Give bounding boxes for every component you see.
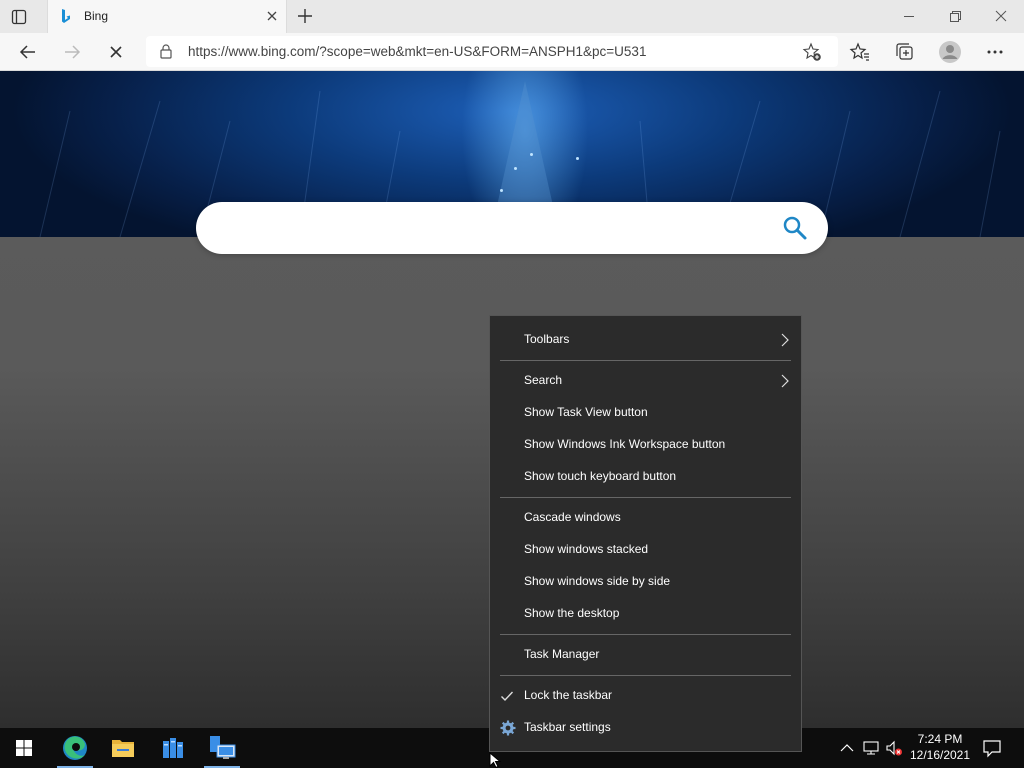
windows-start-icon[interactable]	[0, 728, 48, 768]
menu-item-task-view[interactable]: Show Task View button	[490, 397, 801, 429]
menu-item-label: Taskbar settings	[524, 720, 611, 734]
taskbar-context-menu: Toolbars Search Show Task View button Sh…	[489, 315, 802, 752]
menu-divider	[500, 675, 791, 676]
menu-item-stacked[interactable]: Show windows stacked	[490, 534, 801, 566]
minimize-button[interactable]	[886, 0, 932, 33]
menu-item-label: Show Windows Ink Workspace button	[524, 437, 726, 451]
bing-favicon-icon	[58, 8, 74, 24]
address-bar[interactable]: https://www.bing.com/?scope=web&mkt=en-U…	[146, 36, 838, 67]
chevron-up-icon[interactable]	[838, 739, 856, 757]
menu-item-ink-workspace[interactable]: Show Windows Ink Workspace button	[490, 429, 801, 461]
menu-item-label: Show the desktop	[524, 606, 620, 620]
menu-item-search[interactable]: Search	[490, 365, 801, 397]
back-icon[interactable]	[15, 39, 41, 65]
favorites-icon[interactable]	[847, 39, 873, 65]
menu-item-toolbars[interactable]: Toolbars	[490, 324, 801, 356]
remote-desktop-icon[interactable]	[198, 728, 246, 768]
menu-item-show-desktop[interactable]: Show the desktop	[490, 598, 801, 630]
menu-item-label: Show windows stacked	[524, 542, 649, 556]
light-dot	[530, 153, 533, 156]
menu-item-label: Task Manager	[524, 647, 600, 661]
menu-item-label: Show windows side by side	[524, 574, 671, 588]
tab-close-icon[interactable]	[264, 8, 280, 24]
chevron-right-icon	[781, 333, 789, 347]
light-dot	[576, 157, 579, 160]
lock-icon[interactable]	[158, 43, 174, 59]
file-explorer-icon[interactable]	[99, 728, 147, 768]
gear-icon	[500, 720, 516, 736]
stop-loading-icon[interactable]	[103, 39, 129, 65]
menu-item-label: Search	[524, 373, 563, 387]
system-clock[interactable]: 7:24 PM 12/16/2021	[906, 731, 974, 763]
menu-item-touch-keyboard[interactable]: Show touch keyboard button	[490, 461, 801, 493]
menu-item-label: Toolbars	[524, 332, 570, 346]
add-favorite-icon[interactable]	[802, 42, 822, 62]
menu-item-taskbar-settings[interactable]: Taskbar settings	[490, 712, 801, 744]
clock-date: 12/16/2021	[909, 748, 971, 762]
menu-item-cascade[interactable]: Cascade windows	[490, 502, 801, 534]
notification-center-icon[interactable]	[980, 736, 1004, 760]
browser-tab-bar: Bing	[0, 0, 1024, 33]
menu-item-label: Show touch keyboard button	[524, 469, 677, 483]
network-icon[interactable]	[862, 739, 880, 757]
browser-toolbar: https://www.bing.com/?scope=web&mkt=en-U…	[0, 33, 1024, 71]
checkmark-icon	[501, 691, 514, 702]
menu-divider	[500, 497, 791, 498]
forward-icon[interactable]	[59, 39, 85, 65]
collections-icon[interactable]	[892, 39, 918, 65]
more-options-icon[interactable]	[982, 39, 1008, 65]
search-icon[interactable]	[782, 215, 808, 241]
menu-item-side-by-side[interactable]: Show windows side by side	[490, 566, 801, 598]
light-dot	[514, 167, 517, 170]
menu-divider	[500, 360, 791, 361]
new-tab-icon[interactable]	[295, 6, 315, 26]
menu-item-task-manager[interactable]: Task Manager	[490, 639, 801, 671]
menu-item-label: Cascade windows	[524, 510, 621, 524]
browser-tab[interactable]: Bing	[47, 0, 287, 33]
menu-item-label: Lock the taskbar	[524, 688, 613, 702]
close-window-button[interactable]	[978, 0, 1024, 33]
clock-time: 7:24 PM	[917, 732, 963, 746]
light-dot	[500, 189, 503, 192]
volume-muted-icon[interactable]	[885, 739, 903, 757]
tab-title: Bing	[84, 9, 109, 23]
menu-item-label: Show Task View button	[524, 405, 648, 419]
edge-icon[interactable]	[51, 728, 99, 768]
mouse-cursor-icon	[489, 752, 502, 768]
chevron-right-icon	[781, 374, 789, 388]
menu-divider	[500, 634, 791, 635]
search-input[interactable]	[196, 202, 828, 254]
menu-item-lock-taskbar[interactable]: Lock the taskbar	[490, 680, 801, 712]
url-text[interactable]: https://www.bing.com/?scope=web&mkt=en-U…	[188, 44, 646, 59]
server-manager-icon[interactable]	[148, 728, 196, 768]
profile-avatar[interactable]	[937, 39, 963, 65]
restore-button[interactable]	[932, 0, 978, 33]
tab-actions-icon[interactable]	[10, 8, 28, 26]
